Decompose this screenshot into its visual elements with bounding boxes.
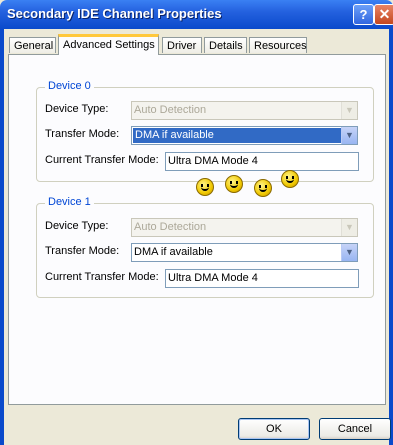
device-0-type-select[interactable]: Auto Detection ▼ [131,101,358,120]
close-button[interactable]: ✕ [374,4,393,25]
smiley-face-icon [225,175,243,193]
tab-resources[interactable]: Resources [249,37,307,53]
current-transfer-mode-value: Ultra DMA Mode 4 [168,155,258,167]
device-1-group: Device 1 Device Type: Auto Detection ▼ T… [36,196,374,298]
chevron-down-icon: ▼ [341,219,357,236]
device-type-value: Auto Detection [134,221,207,233]
device-0-legend: Device 0 [45,80,94,92]
transfer-mode-value: DMA if available [134,246,213,258]
tab-advanced-settings[interactable]: Advanced Settings [58,34,159,55]
transfer-mode-value: DMA if available [133,128,345,143]
device-1-type-select[interactable]: Auto Detection ▼ [131,218,358,237]
transfer-mode-label: Transfer Mode: [45,128,120,140]
chevron-down-icon[interactable]: ▼ [341,244,357,261]
smiley-face-icon [196,178,214,196]
ok-button[interactable]: OK [238,418,310,440]
device-1-transfer-mode-select[interactable]: DMA if available ▼ [131,243,358,262]
tab-driver[interactable]: Driver [162,37,202,53]
chevron-down-icon: ▼ [341,102,357,119]
device-1-legend: Device 1 [45,196,94,208]
device-0-transfer-mode-select[interactable]: DMA if available ▼ [131,126,358,145]
title-bar: Secondary IDE Channel Properties ? ✕ [0,0,393,29]
tab-general[interactable]: General [9,37,56,53]
device-type-label: Device Type: [45,103,109,115]
tab-details[interactable]: Details [204,37,247,53]
smiley-face-icon [281,170,299,188]
device-1-current-mode-field: Ultra DMA Mode 4 [165,269,359,288]
smiley-face-icon [254,179,272,197]
current-transfer-mode-value: Ultra DMA Mode 4 [168,272,258,284]
device-type-label: Device Type: [45,220,109,232]
device-0-group: Device 0 Device Type: Auto Detection ▼ T… [36,80,374,182]
help-button[interactable]: ? [353,4,374,25]
chevron-down-icon[interactable]: ▼ [341,127,357,144]
window-border-left [0,29,4,445]
current-transfer-mode-label: Current Transfer Mode: [45,154,159,166]
transfer-mode-label: Transfer Mode: [45,245,120,257]
device-type-value: Auto Detection [134,104,207,116]
cancel-button[interactable]: Cancel [319,418,391,440]
current-transfer-mode-label: Current Transfer Mode: [45,271,159,283]
window-title: Secondary IDE Channel Properties [7,6,222,21]
window-border-right [389,29,393,445]
device-0-current-mode-field: Ultra DMA Mode 4 [165,152,359,171]
